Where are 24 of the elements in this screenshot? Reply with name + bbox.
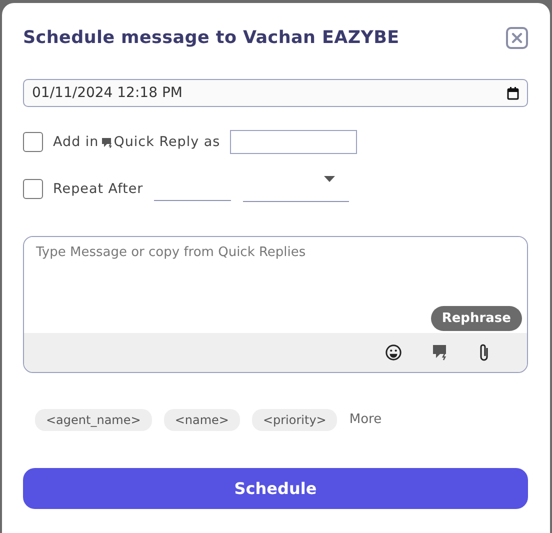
emoji-icon[interactable]: [385, 344, 402, 361]
checkbox[interactable]: [23, 132, 43, 152]
variable-chip[interactable]: <name>: [164, 409, 240, 431]
close-icon: [511, 32, 523, 44]
checkbox-label: Add in: [53, 132, 99, 152]
checkbox-label: Quick Reply as: [114, 132, 220, 152]
close-button[interactable]: [506, 27, 528, 49]
variable-chip[interactable]: <priority>: [252, 409, 338, 431]
calendar-icon: [507, 86, 519, 100]
paperclip-icon[interactable]: [478, 343, 490, 362]
caret-icon: [324, 176, 336, 183]
date-time-field[interactable]: 01/11/2024 12:18 PM: [23, 79, 528, 107]
rephrase-button[interactable]: Rephrase: [430, 306, 522, 331]
chat-bolt-icon[interactable]: [432, 344, 448, 361]
dialog-title: Schedule message to Vachan EAZYBE: [23, 28, 400, 48]
variable-chip[interactable]: <agent_name>: [35, 409, 152, 431]
quick-reply-name-field[interactable]: [230, 130, 358, 154]
schedule-button[interactable]: Schedule: [23, 468, 528, 509]
more-link[interactable]: More: [349, 410, 382, 430]
checkbox[interactable]: [23, 179, 43, 199]
repeat-unit-dropdown[interactable]: [243, 176, 350, 202]
message-box[interactable]: Type Message or copy from Quick Replies Rephrase: [23, 236, 528, 373]
checkbox-label: Repeat After: [53, 180, 144, 199]
chat-bolt-icon: [100, 136, 113, 148]
